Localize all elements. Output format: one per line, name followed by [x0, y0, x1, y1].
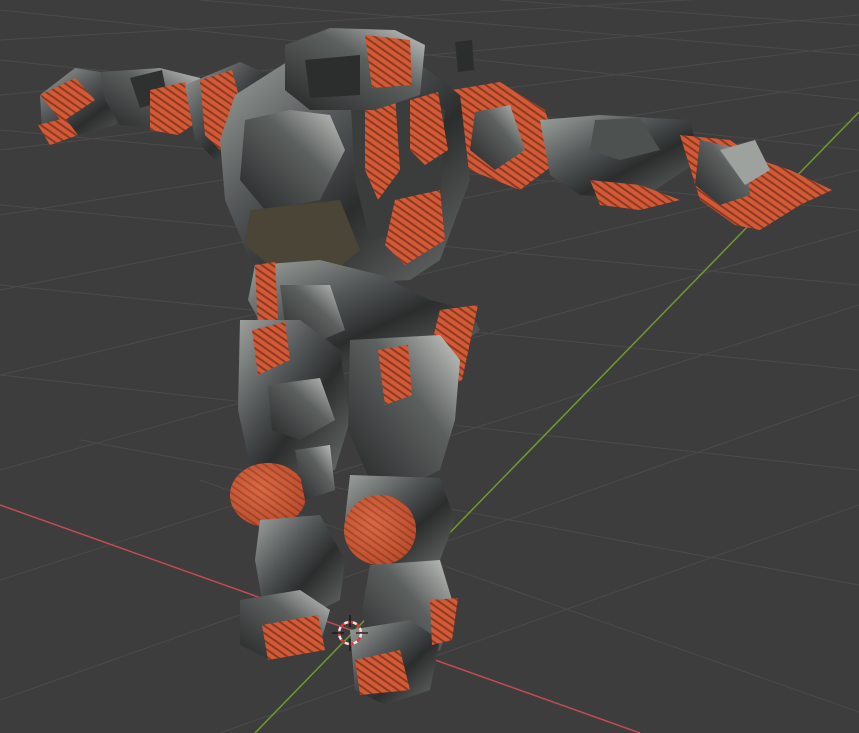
3d-viewport[interactable]: [0, 0, 859, 733]
left-leg[interactable]: [230, 320, 350, 660]
torso[interactable]: [220, 28, 474, 285]
robot-mesh[interactable]: [38, 28, 832, 705]
right-arm[interactable]: [440, 82, 832, 230]
right-leg[interactable]: [344, 335, 460, 705]
